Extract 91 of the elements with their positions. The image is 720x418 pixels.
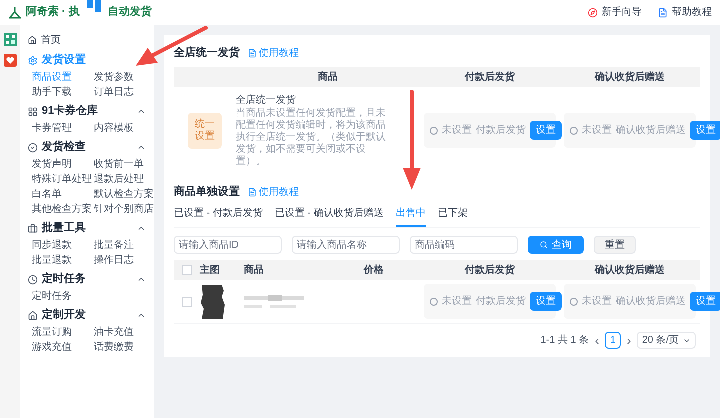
home-icon: [28, 36, 37, 44]
section-title: 商品单独设置: [174, 184, 240, 200]
radio-icon[interactable]: [430, 298, 438, 306]
menu-item[interactable]: 游戏充值: [32, 340, 72, 355]
setting-label: 确认收货后赠送: [616, 294, 686, 309]
menu-item[interactable]: 发货声明: [32, 157, 72, 172]
menu-group[interactable]: 定制开发: [42, 307, 86, 324]
unified-badge: 统一设置: [188, 112, 222, 148]
chevron-up-icon[interactable]: [137, 143, 146, 152]
menu-item[interactable]: 批量退款: [32, 253, 72, 268]
briefcase-icon: [28, 224, 38, 234]
setting-label: 付款后发货: [476, 124, 526, 138]
tab[interactable]: 已设置 - 付款后发货: [174, 206, 263, 227]
header-link[interactable]: 帮助教程: [658, 5, 712, 20]
menu-item[interactable]: 内容模板: [94, 121, 134, 136]
radio-icon[interactable]: [430, 126, 438, 134]
menu-item[interactable]: 定时任务: [32, 289, 72, 304]
setting-label: 付款后发货: [476, 294, 526, 309]
radio-icon[interactable]: [570, 126, 578, 134]
column-header: 确认收货后赠送: [595, 264, 665, 278]
menu-item[interactable]: 退款后处理: [94, 172, 144, 187]
page-size-select[interactable]: 20 条/页: [637, 332, 696, 349]
menu-group[interactable]: 批量工具: [42, 220, 86, 237]
compass-icon: [588, 8, 598, 18]
next-page-button[interactable]: ›: [626, 334, 632, 347]
menu-item[interactable]: 收货前一单: [94, 157, 144, 172]
menu-item[interactable]: 卡券管理: [32, 121, 72, 136]
menu-item[interactable]: 话费缴费: [94, 340, 134, 355]
clock-icon: [28, 274, 38, 284]
reset-button[interactable]: 重置: [594, 236, 636, 254]
app-title: 阿奇索 · 执: [26, 4, 80, 20]
tab[interactable]: 已设置 - 确认收货后赠送: [274, 206, 384, 227]
annotation-arrow: [136, 26, 208, 66]
pagination-summary: 1-1 共 1 条: [540, 334, 590, 348]
menu-item[interactable]: 默认检查方案: [94, 187, 154, 202]
home-item[interactable]: 首页: [28, 31, 146, 49]
document-icon: [658, 8, 668, 18]
setting-label: 确认收货后赠送: [616, 124, 686, 138]
menu-item[interactable]: 流量订购: [32, 325, 72, 340]
grid-icon: [28, 106, 38, 116]
section-title: 全店统一发货: [174, 46, 240, 61]
column-header: 商品: [244, 263, 265, 278]
header-link[interactable]: 新手向导: [588, 5, 642, 20]
heart-icon[interactable]: [4, 54, 16, 67]
logo-icon: [8, 6, 22, 20]
menu-item[interactable]: 其他检查方案: [32, 202, 92, 217]
filter-field[interactable]: 请输入商品ID: [174, 236, 282, 254]
menu-item[interactable]: 针对个别商店: [94, 202, 154, 217]
column-header: 主图: [200, 263, 221, 278]
document-icon: [248, 48, 257, 58]
chevron-up-icon[interactable]: [137, 311, 146, 320]
column-header: 确认收货后赠送: [595, 70, 665, 84]
menu-group[interactable]: 91卡券仓库: [42, 103, 98, 120]
search-icon: [540, 241, 548, 249]
chevron-up-icon[interactable]: [137, 275, 146, 284]
menu-item[interactable]: 同步退款: [32, 238, 72, 253]
gear-icon: [28, 56, 38, 66]
menu-group[interactable]: 发货检查: [42, 139, 86, 156]
chevron-up-icon[interactable]: [137, 224, 146, 233]
product-name: 全店统一发货: [236, 94, 297, 108]
tab[interactable]: 已下架: [438, 206, 468, 227]
home-icon: [28, 310, 38, 320]
menu-item[interactable]: 批量备注: [94, 238, 134, 253]
menu-item[interactable]: 特殊订单处理: [32, 172, 92, 187]
setting-status: 未设置: [442, 294, 472, 309]
menu-item[interactable]: 白名单: [32, 187, 62, 202]
column-header: 付款后发货: [465, 264, 515, 278]
column-header: 商品: [318, 70, 338, 84]
app-title: 自动发货: [108, 4, 152, 20]
filter-field[interactable]: 商品编码: [410, 236, 518, 254]
menu-item[interactable]: 操作日志: [94, 253, 134, 268]
previous-page-button[interactable]: ‹: [595, 334, 600, 347]
check-circle-icon: [28, 142, 38, 152]
column-header: 价格: [364, 264, 385, 278]
row-checkbox[interactable]: [182, 296, 192, 306]
menu-item[interactable]: 发货参数: [94, 70, 134, 85]
chevron-up-icon[interactable]: [137, 107, 146, 116]
filter-field[interactable]: 请输入商品名称: [292, 236, 400, 254]
column-header: 付款后发货: [465, 70, 515, 84]
product-description: 当商品未设置任何发货配置，且未配置任何发货编辑时，将为该商品执行全店统一发货。（类似于默认发货，如不需要可关闭或不设置）。: [236, 108, 387, 168]
setting-status: 未设置: [582, 294, 612, 309]
menu-group[interactable]: 定时任务: [42, 271, 86, 288]
select-all-checkbox[interactable]: [182, 265, 192, 275]
menu-item[interactable]: 助手下载: [32, 85, 72, 100]
setting-status: 未设置: [582, 124, 612, 138]
document-icon: [248, 188, 257, 196]
qr-icon[interactable]: [4, 33, 16, 46]
radio-icon[interactable]: [570, 298, 578, 306]
menu-item[interactable]: 订单日志: [94, 85, 134, 100]
menu-item[interactable]: 油卡充值: [94, 325, 134, 340]
setting-status: 未设置: [442, 124, 472, 138]
